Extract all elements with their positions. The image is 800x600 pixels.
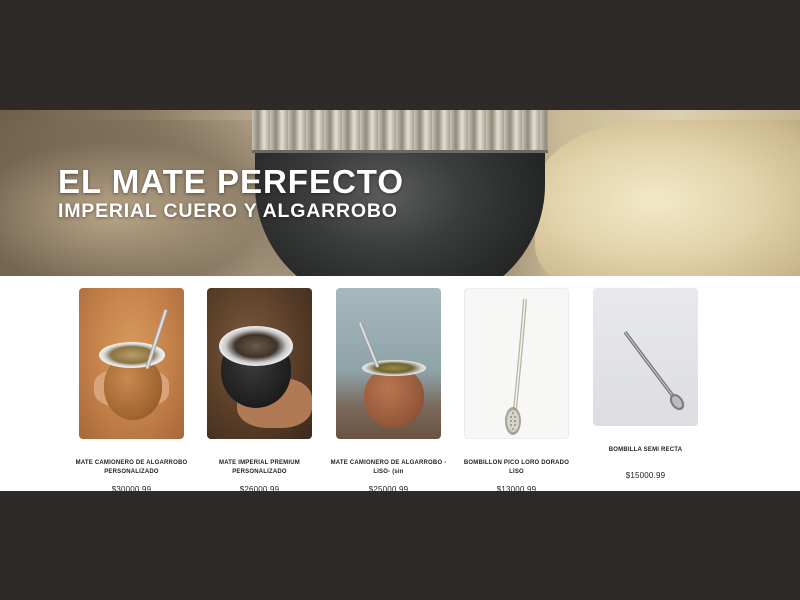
bottom-band — [0, 491, 800, 600]
product-image[interactable] — [79, 288, 184, 439]
product-grid: MATE CAMIONERO DE ALGARROBO PERSONALIZAD… — [0, 276, 800, 494]
mate-gourd-shape — [364, 368, 424, 428]
bombilla-shape — [358, 321, 380, 368]
hero-banner[interactable]: EL MATE PERFECTO IMPERIAL CUERO Y ALGARR… — [0, 110, 800, 276]
hero-title: EL MATE PERFECTO — [58, 163, 405, 200]
product-name[interactable]: BOMBILLON PICO LORO DORADO LISO — [458, 459, 575, 476]
product-card[interactable]: MATE CAMIONERO DE ALGARROBO -LISO- (sin … — [331, 288, 446, 494]
product-name[interactable]: MATE CAMIONERO DE ALGARROBO PERSONALIZAD… — [73, 459, 190, 476]
top-band — [0, 0, 800, 110]
hero-mate-rim — [252, 110, 548, 153]
product-card[interactable]: MATE CAMIONERO DE ALGARROBO PERSONALIZAD… — [76, 288, 187, 494]
mate-rim-shape — [219, 326, 293, 366]
hero-cloth-image — [535, 120, 800, 276]
product-name[interactable]: MATE IMPERIAL PREMIUM PERSONALIZADO — [201, 459, 318, 476]
bombillon-shape — [505, 298, 527, 435]
hero-text: EL MATE PERFECTO IMPERIAL CUERO Y ALGARR… — [58, 165, 404, 223]
product-image[interactable] — [207, 288, 312, 439]
mate-rim-shape — [362, 360, 426, 376]
product-card[interactable]: MATE IMPERIAL PREMIUM PERSONALIZADO $260… — [207, 288, 312, 494]
hero-subtitle: IMPERIAL CUERO Y ALGARROBO — [58, 200, 398, 222]
product-name[interactable]: BOMBILLA SEMI RECTA — [587, 446, 704, 455]
product-card[interactable]: BOMBILLA SEMI RECTA $15000.99 — [593, 288, 698, 488]
bombilla-shape — [623, 330, 685, 411]
product-image[interactable] — [593, 288, 698, 426]
product-price: $15000.99 — [625, 471, 666, 480]
product-name[interactable]: MATE CAMIONERO DE ALGARROBO -LISO- (sin — [330, 459, 447, 476]
product-image[interactable] — [464, 288, 569, 439]
product-image[interactable] — [336, 288, 441, 439]
product-card[interactable]: BOMBILLON PICO LORO DORADO LISO $13000.9… — [464, 288, 569, 494]
